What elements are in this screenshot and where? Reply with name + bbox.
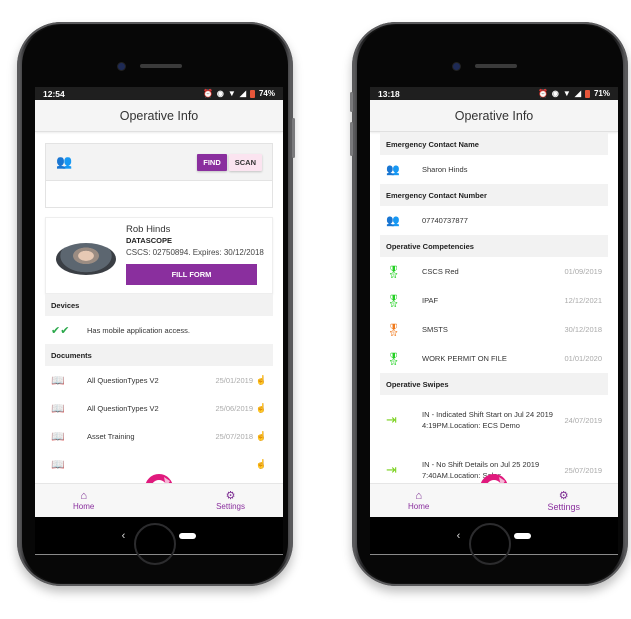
operative-name: Rob Hinds (126, 224, 171, 235)
screen-left: 12:54 ⏰ ◉ ▼ ◢ 74% Operative Info 👥 FIND … (35, 87, 283, 555)
status-bar: 12:54 ⏰ ◉ ▼ ◢ 74% (35, 87, 283, 100)
emergency-number-row[interactable]: 👥 07740737877 (380, 206, 608, 235)
bottom-nav: ⌂ Home ⚙ Settings (35, 483, 283, 517)
book-icon: 📖 (51, 402, 65, 415)
status-time: 13:18 (378, 88, 400, 99)
earpiece-speaker (475, 64, 517, 68)
documents-header: Documents (45, 344, 273, 366)
profile-card: Rob Hinds DATASCOPE CSCS: 02750894. Expi… (45, 217, 273, 294)
signal-icon: ◢ (239, 89, 246, 98)
app-bar: Operative Info (35, 100, 283, 132)
battery-icon (249, 89, 255, 98)
hand-icon[interactable]: ☝ (253, 403, 267, 414)
operative-company: DATASCOPE (126, 236, 172, 245)
document-row[interactable]: 📖 All QuestionTypes V2 25/01/2019 ☝ (45, 366, 273, 394)
devices-header: Devices (45, 294, 273, 316)
back-button[interactable]: ‹ (457, 530, 461, 542)
page-title: Operative Info (119, 108, 199, 123)
alarm-icon: ⏰ (202, 89, 213, 98)
side-button (292, 118, 295, 158)
page-title: Operative Info (454, 108, 534, 123)
fill-form-button[interactable]: FILL FORM (126, 264, 257, 285)
home-pill-button[interactable] (514, 532, 532, 539)
emergency-number-header: Emergency Contact Number (380, 184, 608, 206)
search-card: 👥 FIND SCAN (45, 143, 273, 208)
book-icon: 📖 (51, 374, 65, 387)
hardware-home-button[interactable] (469, 523, 511, 565)
hand-icon[interactable]: ☝ (253, 431, 267, 442)
avatar (56, 243, 116, 275)
side-button (350, 92, 353, 112)
battery-percent: 74% (258, 89, 275, 98)
side-button (350, 122, 353, 156)
signal-icon: ◢ (574, 89, 581, 98)
home-icon: ⌂ (80, 490, 87, 502)
award-icon: 🎖 (386, 322, 402, 337)
eye-icon: ◉ (551, 89, 559, 98)
gear-icon: ⚙ (558, 489, 569, 502)
content-scroll[interactable]: 👥 FIND SCAN Rob Hinds DATASCOPE CSCS: 02… (35, 133, 283, 479)
device-row: ✔✔ Has mobile application access. (45, 316, 273, 344)
phone-bezel: 13:18 ⏰ ◉ ▼ ◢ 71% Operative Info Emergen… (357, 25, 623, 583)
back-button[interactable]: ‹ (122, 530, 126, 542)
book-icon: 📖 (51, 430, 65, 443)
front-camera (118, 63, 125, 70)
gear-icon: ⚙ (225, 490, 236, 502)
app-bar: Operative Info (370, 100, 618, 132)
document-row[interactable]: 📖 Asset Training 25/07/2018 ☝ (45, 422, 273, 450)
home-icon: ⌂ (415, 490, 422, 502)
award-icon: 🎖 (386, 264, 402, 279)
competency-row[interactable]: 🎖 CSCS Red 01/09/2019 (380, 257, 608, 286)
status-bar: 13:18 ⏰ ◉ ▼ ◢ 71% (370, 87, 618, 100)
nav-home[interactable]: ⌂ Home (408, 490, 429, 511)
award-icon: 🎖 (386, 293, 402, 308)
document-row[interactable]: 📖 All QuestionTypes V2 25/06/2019 ☝ (45, 394, 273, 422)
alarm-icon: ⏰ (537, 89, 548, 98)
wifi-icon: ▼ (562, 89, 571, 98)
phone-bezel: 12:54 ⏰ ◉ ▼ ◢ 74% Operative Info 👥 FIND … (22, 25, 288, 583)
emergency-name-row: 👥 Sharon Hinds (380, 155, 608, 184)
screen-right: 13:18 ⏰ ◉ ▼ ◢ 71% Operative Info Emergen… (370, 87, 618, 555)
swipe-row[interactable]: ⇥ IN - Indicated Shift Start on Jul 24 2… (380, 395, 608, 445)
hand-icon[interactable]: ☝ (253, 375, 267, 386)
battery-icon (584, 89, 590, 98)
battery-percent: 71% (593, 89, 610, 98)
book-icon: 📖 (51, 458, 65, 471)
scan-button[interactable]: SCAN (228, 153, 262, 171)
double-check-icon: ✔✔ (51, 324, 70, 337)
phone-frame-right: 13:18 ⏰ ◉ ▼ ◢ 71% Operative Info Emergen… (350, 22, 628, 586)
search-input[interactable] (46, 181, 272, 207)
front-camera (453, 63, 460, 70)
nav-settings[interactable]: ⚙ Settings (216, 490, 245, 511)
bottom-nav: ⌂ Home ⚙ Settings (370, 483, 618, 517)
competencies-header: Operative Competencies (380, 235, 608, 257)
status-time: 12:54 (43, 88, 65, 99)
hand-icon[interactable]: ☝ (253, 459, 267, 470)
content-scroll[interactable]: Emergency Contact Name 👥 Sharon Hinds Em… (370, 133, 618, 479)
contacts-icon: 👥 (386, 215, 400, 227)
hardware-home-button[interactable] (134, 523, 176, 565)
phone-frame-left: 12:54 ⏰ ◉ ▼ ◢ 74% Operative Info 👥 FIND … (17, 22, 295, 586)
operative-cscs: CSCS: 02750894. Expires: 30/12/2018 (126, 248, 264, 257)
find-button[interactable]: FIND (197, 153, 227, 171)
login-icon: ⇥ (386, 462, 397, 477)
home-pill-button[interactable] (179, 532, 197, 539)
eye-icon: ◉ (216, 89, 224, 98)
swipes-header: Operative Swipes (380, 373, 608, 395)
emergency-name-header: Emergency Contact Name (380, 133, 608, 155)
contacts-icon: 👥 (386, 164, 400, 176)
competency-row[interactable]: 🎖 SMSTS 30/12/2018 (380, 315, 608, 344)
award-icon: 🎖 (386, 351, 402, 366)
people-icon: 👥 (56, 154, 73, 169)
nav-settings[interactable]: ⚙ Settings (547, 490, 580, 512)
earpiece-speaker (140, 64, 182, 68)
wifi-icon: ▼ (227, 89, 236, 98)
competency-row[interactable]: 🎖 WORK PERMIT ON FILE 01/01/2020 (380, 344, 608, 373)
login-icon: ⇥ (386, 412, 397, 427)
competency-row[interactable]: 🎖 IPAF 12/12/2021 (380, 286, 608, 315)
nav-home[interactable]: ⌂ Home (73, 490, 94, 511)
